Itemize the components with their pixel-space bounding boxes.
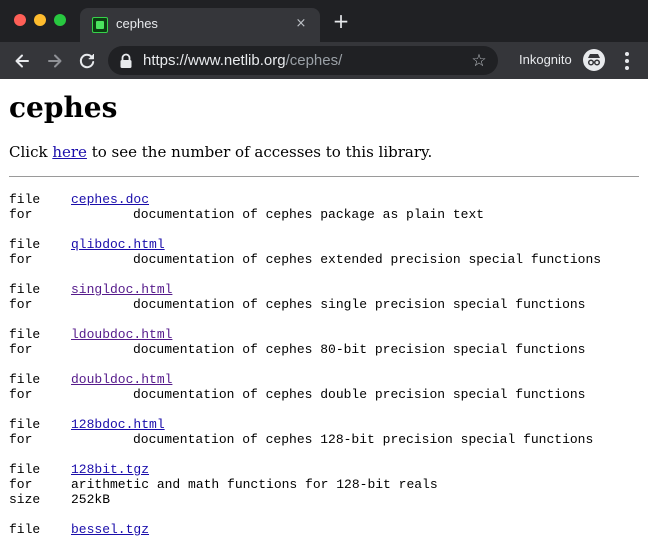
file-description: documentation of cephes extended precisi… [133, 252, 602, 267]
url-text[interactable]: https://www.netlib.org/cephes/ [143, 52, 342, 69]
file-key: file [9, 192, 41, 207]
intro-after: to see the number of accesses to this li… [86, 143, 433, 161]
file-entry: file 128bit.tgz for arithmetic and math fu… [9, 462, 639, 507]
file-description: documentation of cephes single precision… [133, 297, 586, 312]
file-link[interactable]: cephes.doc [71, 192, 149, 207]
browser-titlebar: cephes × + [0, 0, 648, 42]
close-window-button[interactable] [14, 14, 26, 26]
file-key: file [9, 417, 41, 432]
file-entry: file doubldoc.html for documentation of ce… [9, 372, 639, 402]
file-link[interactable]: doubldoc.html [71, 372, 172, 387]
reload-icon[interactable] [76, 50, 98, 72]
intro-text: Click here to see the number of accesses… [9, 142, 639, 162]
size-key: size [9, 492, 41, 507]
file-link[interactable]: qlibdoc.html [71, 237, 165, 252]
file-entry: file qlibdoc.html for documentation of cep… [9, 237, 639, 267]
file-key: file [9, 372, 41, 387]
file-description: documentation of cephes 80-bit precision… [133, 342, 586, 357]
page-title: cephes [9, 91, 118, 124]
for-key: for [9, 477, 33, 492]
file-description: arithmetic and math functions for 128-bi… [71, 477, 438, 492]
file-key: file [9, 237, 41, 252]
for-key: for [9, 252, 33, 267]
star-icon[interactable]: ☆ [468, 50, 490, 72]
page-content: cephes Click here to see the number of a… [0, 79, 648, 537]
file-entry: file cephes.doc for documentation of cephe… [9, 192, 639, 222]
file-link[interactable]: ldoubdoc.html [71, 327, 172, 342]
address-bar[interactable]: https://www.netlib.org/cephes/ ☆ [108, 46, 498, 75]
incognito-icon[interactable] [583, 49, 605, 71]
for-key: for [9, 207, 33, 222]
file-description: documentation of cephes package as plain… [133, 207, 485, 222]
file-link[interactable]: bessel.tgz [71, 522, 149, 537]
for-key: for [9, 387, 33, 402]
file-link[interactable]: 128bit.tgz [71, 462, 149, 477]
file-entry: file 128bdoc.html for documentation of cep… [9, 417, 639, 447]
file-key: file [9, 327, 41, 342]
forward-arrow-icon[interactable] [44, 50, 66, 72]
file-description: documentation of cephes double precision… [133, 387, 586, 402]
file-key: file [9, 522, 41, 537]
new-tab-icon[interactable]: + [331, 11, 351, 31]
file-size: 252kB [71, 492, 111, 507]
intro-before: Click [9, 143, 53, 161]
for-key: for [9, 432, 33, 447]
file-entry: file singldoc.html for documentation of ce… [9, 282, 639, 312]
zoom-window-button[interactable] [54, 14, 66, 26]
file-listing: file cephes.doc for documentation of cephe… [9, 192, 639, 537]
file-link[interactable]: 128bdoc.html [71, 417, 165, 432]
accesses-link[interactable]: here [52, 143, 87, 161]
more-vert-icon[interactable] [620, 50, 634, 72]
lock-icon[interactable] [119, 53, 133, 69]
file-key: file [9, 282, 41, 297]
close-tab-icon[interactable]: × [292, 15, 310, 33]
file-entry: file ldoubdoc.html for documentation of ce… [9, 327, 639, 357]
minimize-window-button[interactable] [34, 14, 46, 26]
browser-toolbar: https://www.netlib.org/cephes/ ☆ Inkogni… [0, 42, 648, 79]
incognito-label[interactable]: Inkognito [519, 52, 572, 67]
for-key: for [9, 297, 33, 312]
file-link[interactable]: singldoc.html [71, 282, 172, 297]
file-key: file [9, 462, 41, 477]
favicon-icon [92, 17, 108, 33]
file-entry: file bessel.tgz [9, 522, 639, 537]
tab-title: cephes [116, 16, 158, 31]
file-description: documentation of cephes 128-bit precisio… [133, 432, 594, 447]
url-host: https://www.netlib.org [143, 52, 286, 69]
browser-tab[interactable]: cephes × [80, 8, 320, 42]
back-arrow-icon[interactable] [11, 50, 33, 72]
url-path: /cephes/ [285, 52, 343, 69]
for-key: for [9, 342, 33, 357]
divider [9, 176, 639, 177]
